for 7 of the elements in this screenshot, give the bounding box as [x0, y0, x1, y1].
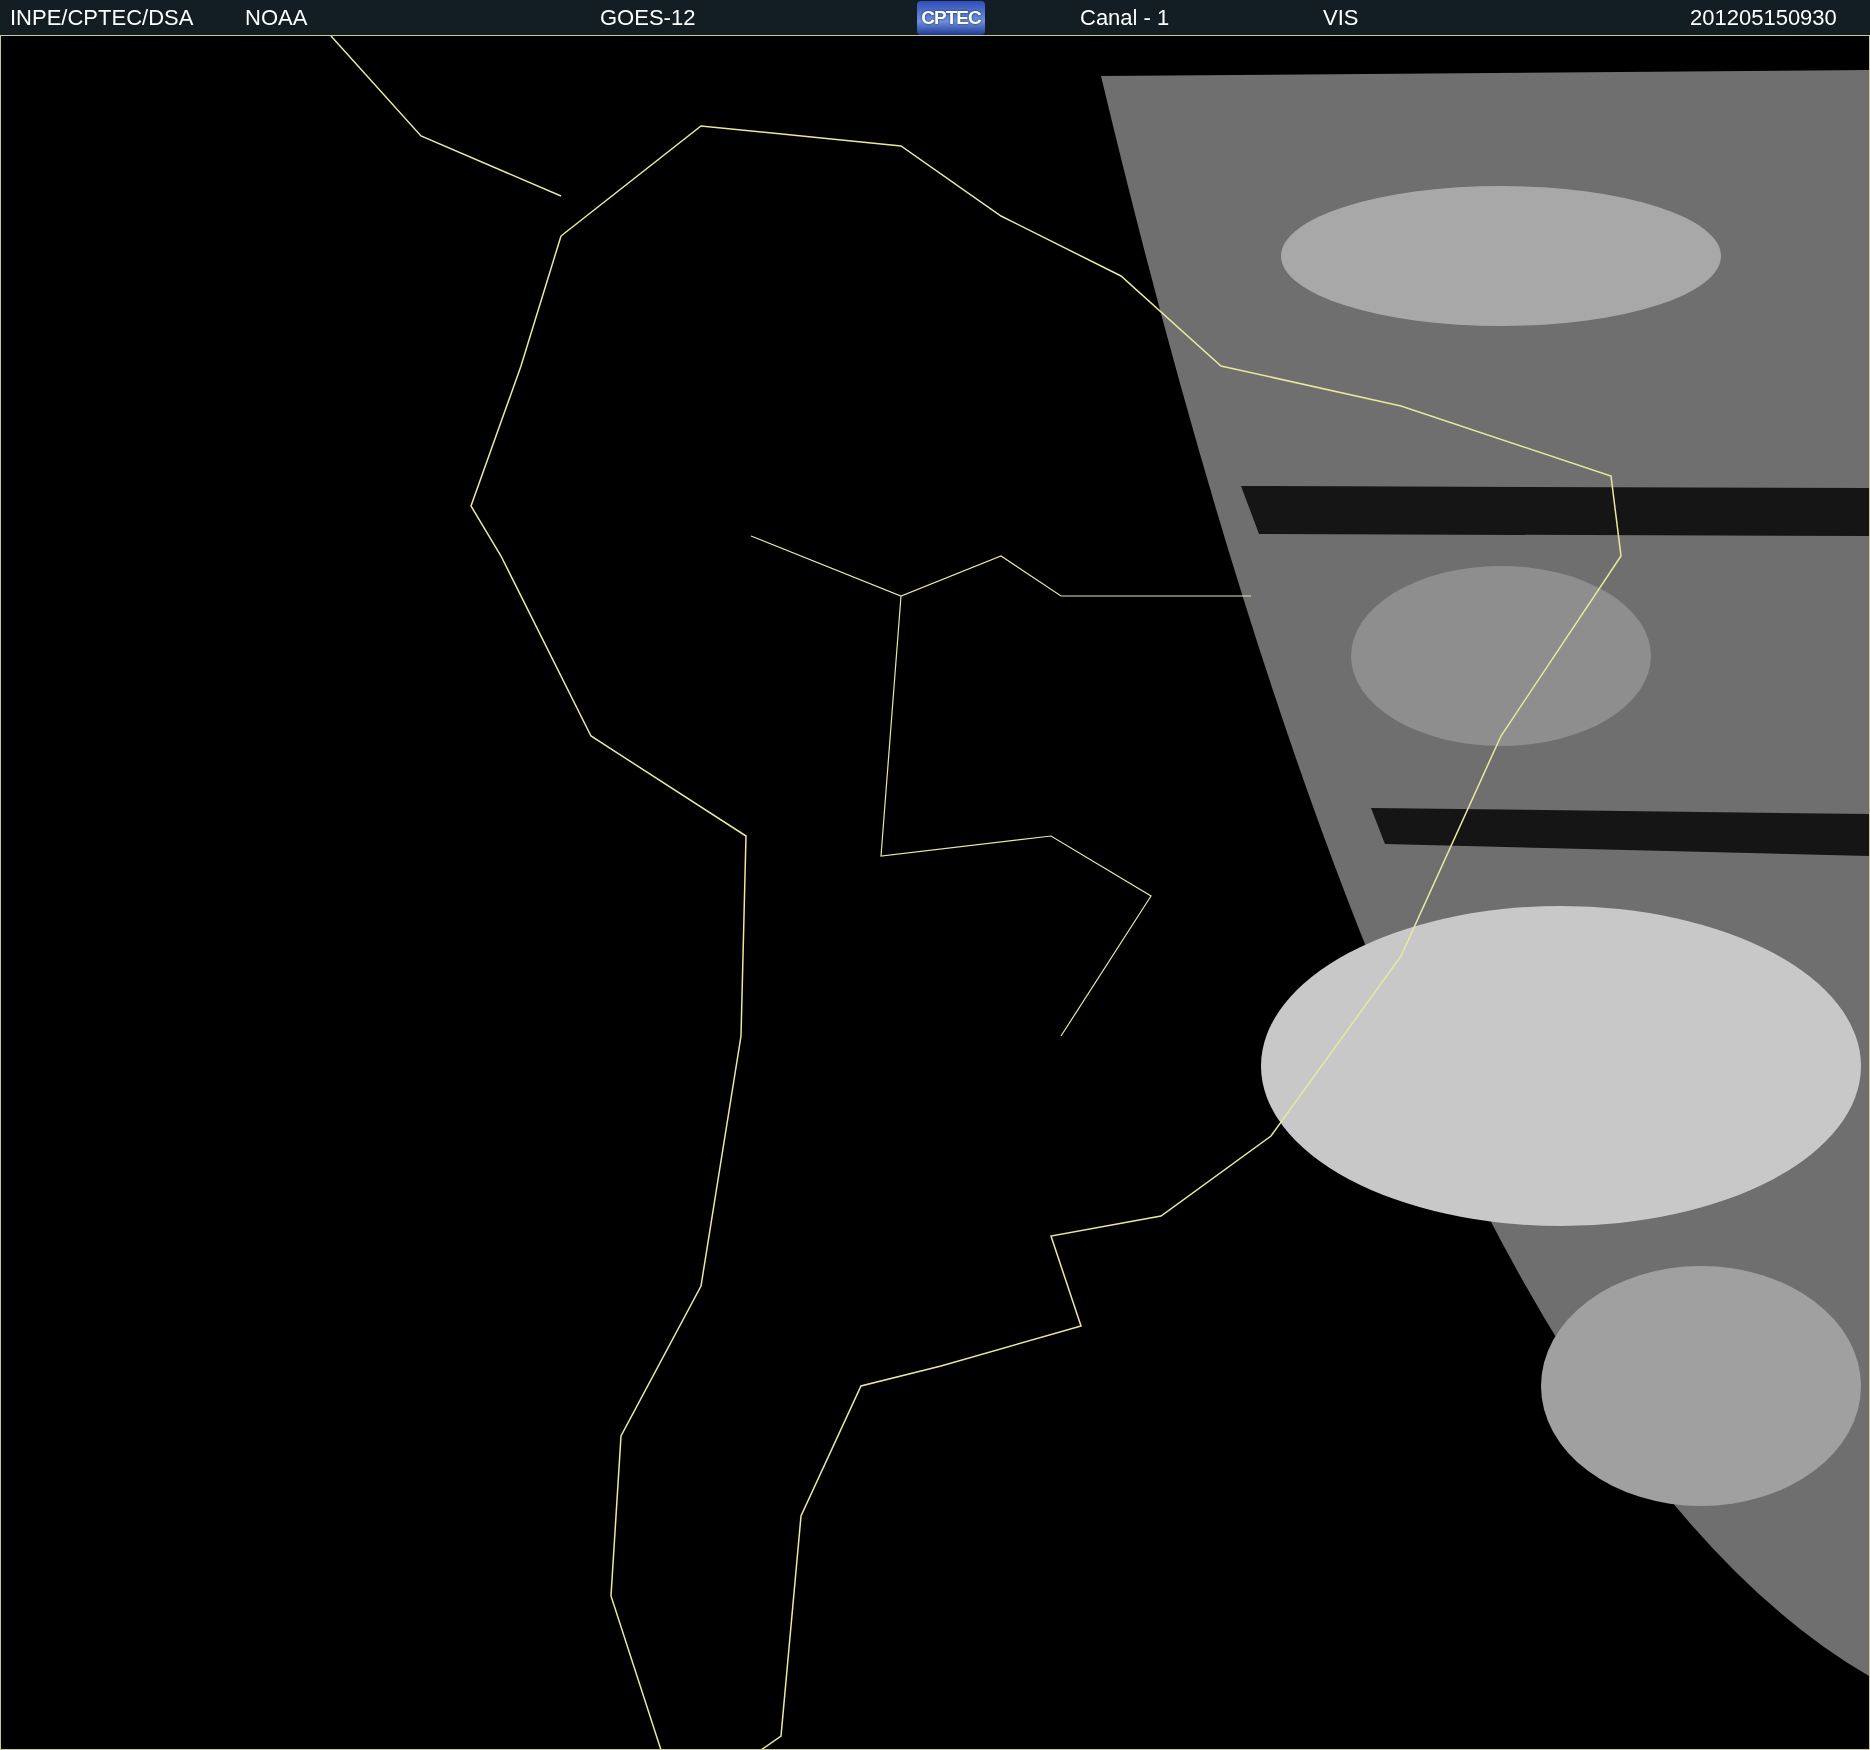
- satellite-label: GOES-12: [600, 5, 696, 30]
- logo: CPTEC: [917, 1, 985, 35]
- source-label: INPE/CPTEC/DSA: [10, 5, 194, 30]
- channel-label: Canal - 1: [1080, 5, 1170, 30]
- band-label: VIS: [1323, 5, 1359, 30]
- timestamp: 201205150930: [1690, 5, 1837, 30]
- agency-label: NOAA: [245, 5, 308, 30]
